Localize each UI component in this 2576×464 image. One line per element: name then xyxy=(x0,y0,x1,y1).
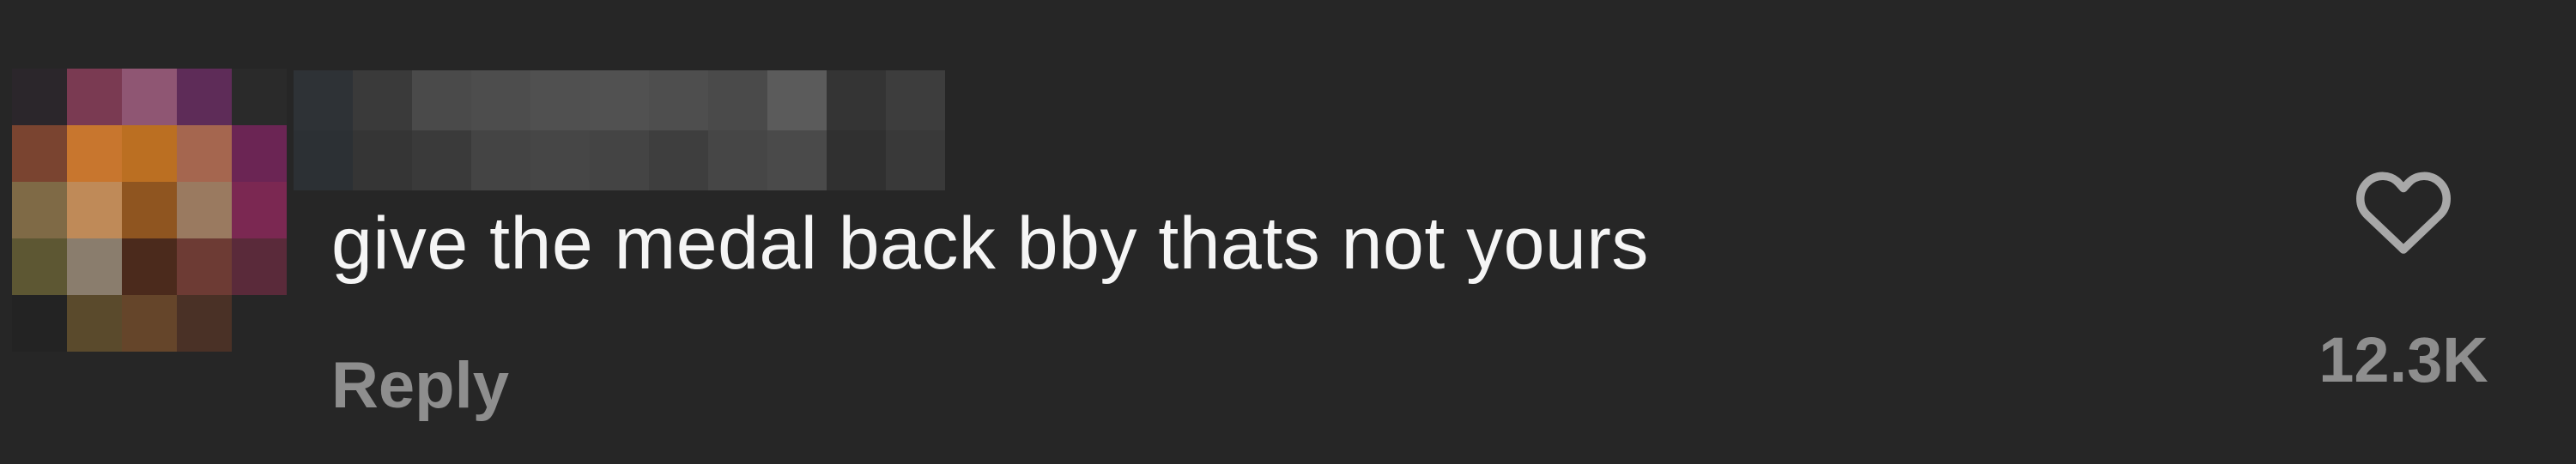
username-pixel xyxy=(471,130,530,190)
avatar-pixel xyxy=(122,69,177,125)
avatar-pixel xyxy=(67,69,122,125)
username-blurred[interactable] xyxy=(294,70,946,190)
avatar-pixel xyxy=(232,238,287,295)
avatar-pixel xyxy=(12,125,67,182)
username-pixel xyxy=(886,70,945,130)
avatar-pixel xyxy=(67,182,122,238)
avatar-pixel xyxy=(232,69,287,125)
username-pixel xyxy=(412,70,471,130)
username-pixel xyxy=(827,70,886,130)
avatar-pixel xyxy=(67,295,122,352)
username-pixel xyxy=(412,130,471,190)
avatar-pixel xyxy=(67,238,122,295)
avatar-pixel xyxy=(122,125,177,182)
username-pixel xyxy=(649,130,708,190)
avatar-pixel xyxy=(232,295,287,352)
avatar-pixel xyxy=(122,182,177,238)
avatar-pixel xyxy=(232,182,287,238)
avatar-pixel xyxy=(12,69,67,125)
username-pixel xyxy=(530,130,590,190)
username-pixel xyxy=(294,70,353,130)
avatar-pixel xyxy=(232,125,287,182)
avatar-pixel xyxy=(122,238,177,295)
username-pixel xyxy=(886,130,945,190)
avatar-pixel xyxy=(12,295,67,352)
avatar-pixel xyxy=(177,182,232,238)
username-pixel xyxy=(294,130,353,190)
username-pixel xyxy=(649,70,708,130)
avatar-pixel xyxy=(177,238,232,295)
avatar[interactable] xyxy=(12,69,287,352)
username-pixel xyxy=(353,70,412,130)
heart-outline-icon xyxy=(2356,172,2451,254)
avatar-pixel xyxy=(122,295,177,352)
username-pixel xyxy=(708,70,767,130)
username-pixel xyxy=(471,70,530,130)
username-pixel xyxy=(353,130,412,190)
comment-text: give the medal back bby thats not yours xyxy=(331,202,1649,285)
avatar-pixel xyxy=(67,125,122,182)
avatar-pixel xyxy=(177,125,232,182)
username-pixel xyxy=(767,70,827,130)
username-pixel xyxy=(530,70,590,130)
username-pixel xyxy=(827,130,886,190)
avatar-pixel xyxy=(12,182,67,238)
avatar-pixel xyxy=(177,69,232,125)
username-pixel xyxy=(590,130,649,190)
avatar-pixel xyxy=(12,238,67,295)
like-button[interactable] xyxy=(2352,163,2455,257)
username-pixel xyxy=(708,130,767,190)
username-pixel xyxy=(767,130,827,190)
like-count: 12.3K xyxy=(2318,324,2488,395)
avatar-pixel xyxy=(177,295,232,352)
username-pixel xyxy=(590,70,649,130)
comment-row: give the medal back bby thats not yours … xyxy=(0,0,2576,464)
reply-button[interactable]: Reply xyxy=(331,343,509,429)
